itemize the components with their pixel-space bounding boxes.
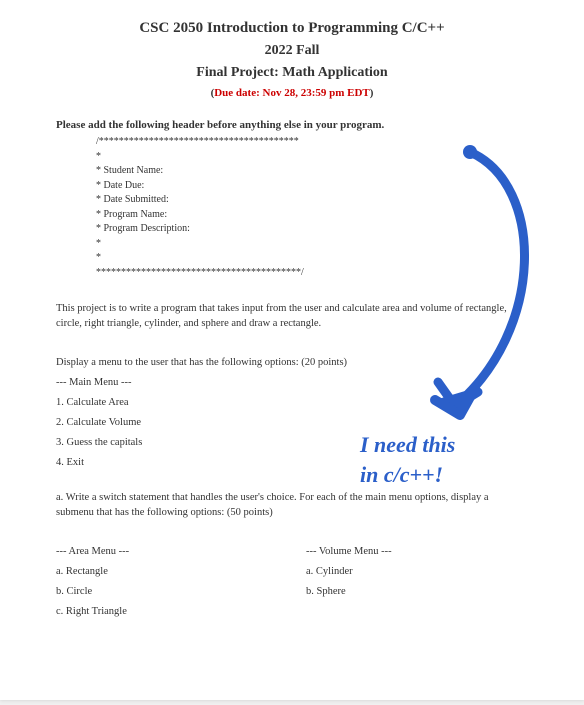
due-date-text: Due date: Nov 28, 23:59 pm EDT <box>214 87 370 99</box>
submenu-intro: a. Write a switch statement that handles… <box>56 491 528 520</box>
course-title: CSC 2050 Introduction to Programming C/C… <box>56 20 528 37</box>
submenu-row: a. Rectangle a. Cylinder <box>56 562 528 582</box>
main-menu-block: Display a menu to the user that has the … <box>56 353 528 473</box>
term-title: 2022 Fall <box>56 43 528 59</box>
area-menu-item: c. Right Triangle <box>56 602 306 622</box>
main-menu-item: 2. Calculate Volume <box>56 413 528 433</box>
main-menu-item: 3. Guess the capitals <box>56 433 528 453</box>
project-title: Final Project: Math Application <box>56 65 528 81</box>
main-menu-item: 4. Exit <box>56 453 528 473</box>
menu-intro: Display a menu to the user that has the … <box>56 353 528 373</box>
area-menu-item: a. Rectangle <box>56 562 306 582</box>
project-description: This project is to write a program that … <box>56 302 528 331</box>
main-menu-item: 1. Calculate Area <box>56 393 528 413</box>
volume-menu-title: --- Volume Menu --- <box>306 542 556 562</box>
due-date-line: (Due date: Nov 28, 23:59 pm EDT) <box>56 87 528 99</box>
code-header-block: /***************************************… <box>96 135 528 280</box>
submenu-row: c. Right Triangle <box>56 602 528 622</box>
area-menu-item: b. Circle <box>56 582 306 602</box>
submenu-titles: --- Area Menu --- --- Volume Menu --- <box>56 542 528 562</box>
volume-menu-item: a. Cylinder <box>306 562 556 582</box>
area-menu-title: --- Area Menu --- <box>56 542 306 562</box>
document-page: CSC 2050 Introduction to Programming C/C… <box>0 0 584 700</box>
submenu-row: b. Circle b. Sphere <box>56 582 528 602</box>
header-instruction: Please add the following header before a… <box>56 119 528 131</box>
volume-menu-item: b. Sphere <box>306 582 556 602</box>
main-menu-title: --- Main Menu --- <box>56 373 528 393</box>
